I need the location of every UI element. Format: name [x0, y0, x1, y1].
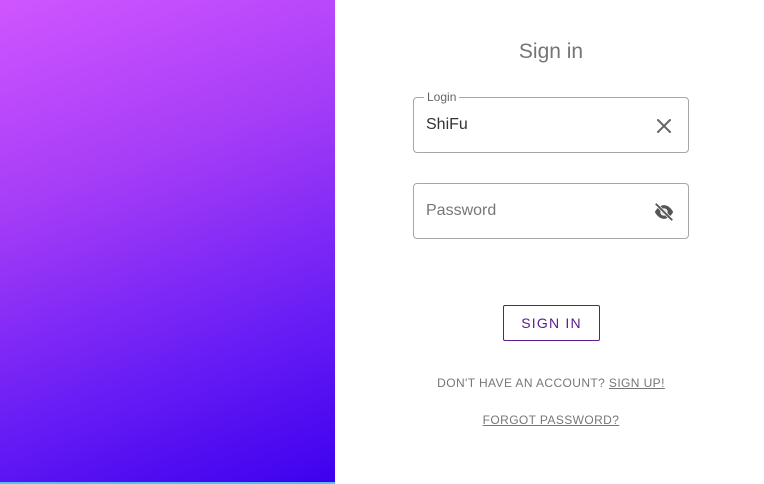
hero-gradient-panel: [0, 0, 335, 484]
page-title: Sign in: [518, 40, 584, 63]
login-input-value[interactable]: ShiFu: [426, 116, 468, 134]
forgot-password-link[interactable]: FORGOT PASSWORD?: [483, 413, 620, 427]
signup-prompt-line: DON'T HAVE AN ACCOUNT? SIGN UP!: [413, 376, 689, 390]
close-icon[interactable]: [652, 114, 676, 138]
signup-prompt-text: DON'T HAVE AN ACCOUNT?: [437, 376, 606, 390]
sign-up-link[interactable]: SIGN UP!: [609, 376, 665, 390]
eye-off-icon[interactable]: [652, 200, 676, 224]
password-field[interactable]: Password: [413, 183, 689, 239]
login-field[interactable]: Login ShiFu: [413, 90, 689, 153]
password-placeholder[interactable]: Password: [426, 202, 496, 220]
login-label: Login: [424, 90, 460, 104]
sign-in-button[interactable]: SIGN IN: [503, 305, 600, 341]
forgot-password-line: FORGOT PASSWORD?: [413, 413, 689, 427]
